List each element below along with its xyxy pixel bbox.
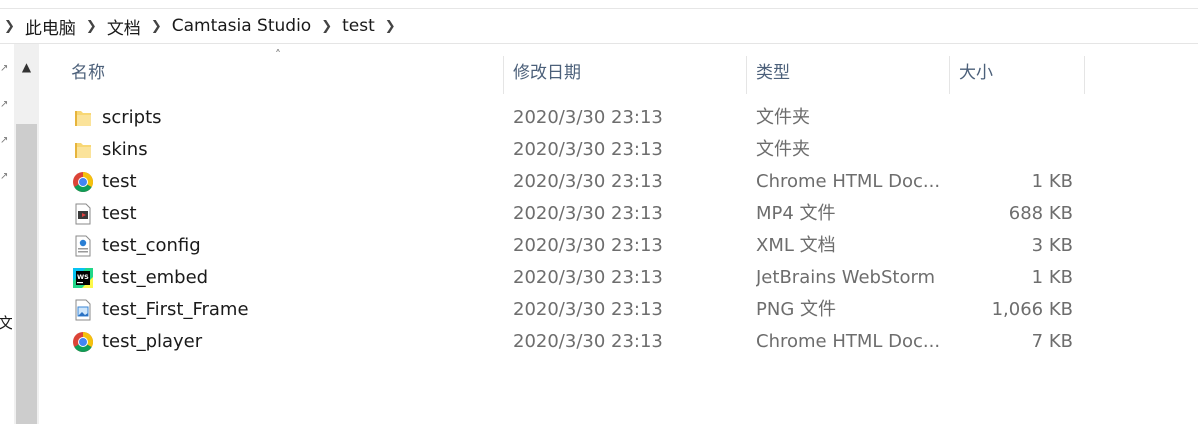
file-date: 2020/3/30 23:13: [513, 331, 663, 352]
file-name: test_config: [102, 235, 201, 256]
file-type: XML 文档: [756, 235, 836, 256]
chevron-right-icon[interactable]: ❯: [151, 19, 162, 34]
xml-file-icon: [75, 235, 91, 257]
chrome-icon: [73, 172, 93, 192]
folder-icon: [75, 111, 91, 126]
file-name: test_embed: [102, 267, 209, 288]
file-name: skins: [102, 139, 148, 160]
file-type: JetBrains WebStorm: [756, 267, 936, 288]
pin-icon[interactable]: ↗: [0, 100, 10, 110]
chevron-right-icon[interactable]: ❯: [321, 19, 332, 34]
scroll-up-arrow-icon[interactable]: ▲: [14, 56, 39, 78]
file-size: 1,066 KB: [991, 299, 1073, 320]
column-divider[interactable]: [746, 56, 747, 94]
column-header-size[interactable]: 大小: [959, 44, 993, 94]
file-row[interactable]: test 2020/3/30 23:13 MP4 文件 688 KB: [40, 198, 1198, 230]
file-row[interactable]: test_player 2020/3/30 23:13 Chrome HTML …: [40, 326, 1198, 358]
chrome-icon: [73, 332, 93, 352]
file-size: 1 KB: [1031, 267, 1073, 288]
file-date: 2020/3/30 23:13: [513, 203, 663, 224]
file-size: 7 KB: [1031, 331, 1073, 352]
image-file-icon: [75, 299, 91, 321]
file-list: scripts 2020/3/30 23:13 文件夹 skins 2020/3…: [40, 102, 1198, 358]
chevron-right-icon[interactable]: ❯: [86, 19, 97, 34]
file-name: test: [102, 171, 137, 192]
file-row[interactable]: WS test_embed 2020/3/30 23:13 JetBrains …: [40, 262, 1198, 294]
chevron-right-icon[interactable]: ❯: [385, 19, 396, 34]
navigation-scrollbar[interactable]: ▲: [14, 44, 39, 424]
file-size: 688 KB: [1008, 203, 1073, 224]
sort-ascending-icon: ˄: [275, 48, 281, 62]
breadcrumb-item-documents[interactable]: 文档: [107, 14, 141, 39]
file-type: MP4 文件: [756, 203, 836, 224]
file-size: [950, 102, 1073, 134]
video-file-icon: [75, 203, 91, 225]
breadcrumb-item-test[interactable]: test: [342, 16, 375, 36]
pin-icon[interactable]: ↗: [0, 172, 10, 182]
svg-text:WS: WS: [77, 273, 89, 281]
file-row[interactable]: test_config 2020/3/30 23:13 XML 文档 3 KB: [40, 230, 1198, 262]
navigation-pane-label[interactable]: 文财: [0, 312, 12, 333]
file-date: 2020/3/30 23:13: [513, 107, 663, 128]
file-date: 2020/3/30 23:13: [513, 267, 663, 288]
window-top-edge: [0, 0, 1198, 9]
column-header-date[interactable]: 修改日期: [513, 44, 581, 94]
pin-icon[interactable]: ↗: [0, 64, 10, 74]
navigation-pane: ↗ ↗ ↗ ↗: [0, 44, 14, 424]
file-date: 2020/3/30 23:13: [513, 171, 663, 192]
column-header-name[interactable]: 名称: [71, 44, 105, 94]
folder-icon: [75, 143, 91, 158]
column-header-type[interactable]: 类型: [756, 44, 790, 94]
pin-icon[interactable]: ↗: [0, 136, 10, 146]
file-size: 3 KB: [1031, 235, 1073, 256]
file-date: 2020/3/30 23:13: [513, 139, 663, 160]
breadcrumb-item-camtasia-studio[interactable]: Camtasia Studio: [172, 16, 311, 36]
file-name: test_First_Frame: [102, 299, 249, 320]
column-divider[interactable]: [949, 56, 950, 94]
webstorm-icon: WS: [73, 268, 93, 288]
file-size: [950, 134, 1073, 166]
file-date: 2020/3/30 23:13: [513, 299, 663, 320]
file-name: scripts: [102, 107, 162, 128]
file-row[interactable]: skins 2020/3/30 23:13 文件夹: [40, 134, 1198, 166]
scroll-thumb[interactable]: [16, 124, 37, 424]
file-size: 1 KB: [1031, 171, 1073, 192]
file-type: Chrome HTML Doc...: [756, 331, 941, 352]
file-date: 2020/3/30 23:13: [513, 235, 663, 256]
file-name: test_player: [102, 331, 203, 352]
chevron-right-icon[interactable]: ❯: [4, 19, 15, 34]
breadcrumb-item-this-pc[interactable]: 此电脑: [25, 14, 76, 39]
file-type: 文件夹: [756, 139, 810, 160]
file-row[interactable]: test_First_Frame 2020/3/30 23:13 PNG 文件 …: [40, 294, 1198, 326]
breadcrumb[interactable]: ❯ 此电脑 ❯ 文档 ❯ Camtasia Studio ❯ test ❯: [0, 9, 1198, 44]
column-divider[interactable]: [503, 56, 504, 94]
column-divider[interactable]: [1084, 56, 1085, 94]
file-row[interactable]: test 2020/3/30 23:13 Chrome HTML Doc... …: [40, 166, 1198, 198]
file-type: 文件夹: [756, 107, 810, 128]
file-row[interactable]: scripts 2020/3/30 23:13 文件夹: [40, 102, 1198, 134]
file-type: PNG 文件: [756, 299, 836, 320]
column-header-row: ˄ 名称 修改日期 类型 大小: [40, 44, 1198, 94]
file-type: Chrome HTML Doc...: [756, 171, 941, 192]
file-name: test: [102, 203, 137, 224]
